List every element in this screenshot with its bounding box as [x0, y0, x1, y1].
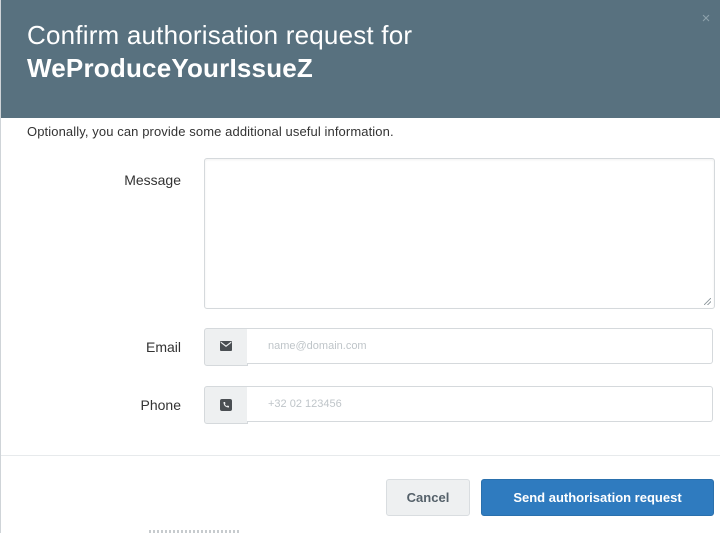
email-field-wrapper	[247, 328, 713, 364]
dialog-header: Confirm authorisation request for WeProd…	[1, 0, 720, 118]
phone-field-wrapper	[247, 386, 713, 422]
close-icon[interactable]: ×	[700, 11, 712, 26]
phone-label: Phone	[140, 397, 181, 413]
email-label: Email	[145, 339, 181, 355]
send-authorisation-request-button[interactable]: Send authorisation request	[481, 479, 714, 516]
intro-text: Optionally, you can provide some additio…	[27, 124, 394, 139]
email-input-group	[204, 328, 715, 366]
authorisation-request-dialog: Confirm authorisation request for WeProd…	[0, 0, 720, 533]
email-field[interactable]	[247, 329, 712, 363]
cancel-button[interactable]: Cancel	[386, 479, 470, 516]
footer-divider	[1, 455, 720, 456]
message-textarea[interactable]	[204, 158, 715, 309]
message-label: Message	[124, 172, 181, 188]
resize-grip-icon[interactable]	[704, 298, 711, 305]
envelope-icon	[220, 341, 232, 351]
dialog-title: Confirm authorisation request for WeProd…	[27, 19, 412, 85]
phone-icon	[220, 399, 232, 411]
email-addon	[204, 328, 248, 366]
phone-input-group	[204, 386, 715, 424]
phone-addon	[204, 386, 248, 424]
phone-field[interactable]	[247, 387, 712, 421]
app-name: WeProduceYourIssueZ	[27, 53, 314, 83]
dialog-title-text: Confirm authorisation request for	[27, 20, 413, 50]
